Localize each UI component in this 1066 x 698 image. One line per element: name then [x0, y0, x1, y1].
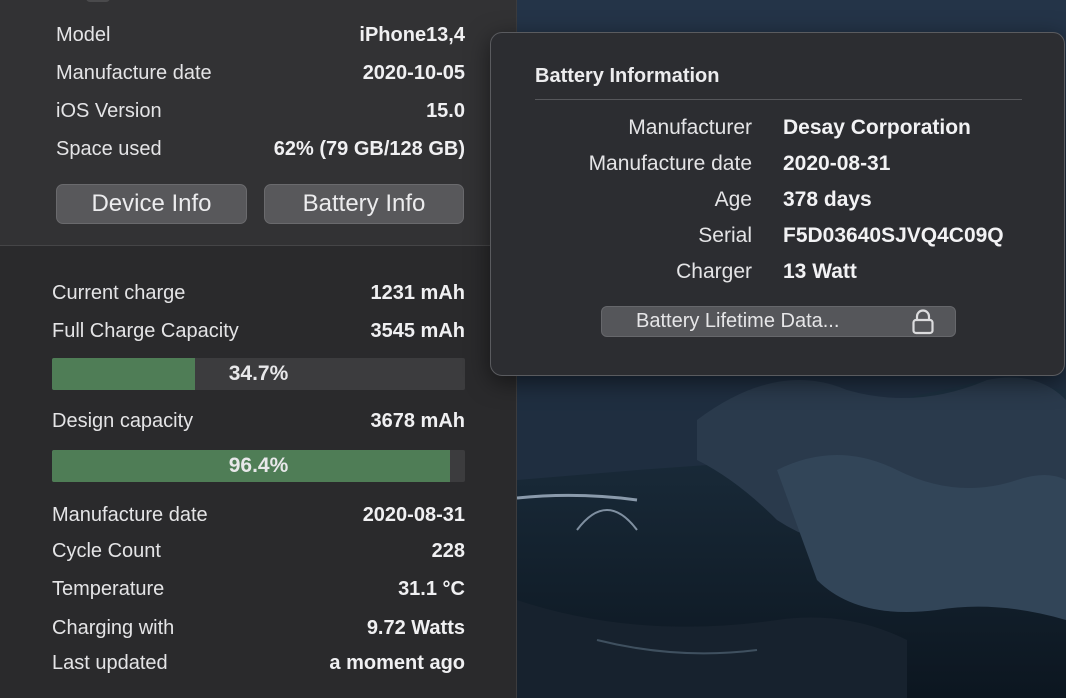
full-charge-row: Full Charge Capacity 3545 mAh	[52, 318, 465, 344]
design-capacity-row: Design capacity 3678 mAh	[52, 408, 465, 434]
last-updated-row: Last updated a moment ago	[52, 650, 465, 676]
popover-charger-label: Charger	[676, 260, 752, 283]
popover-manufacture-date-row: Manufacture date 2020-08-31	[491, 150, 1066, 178]
health-progress-bar: 96.4%	[52, 450, 465, 482]
space-used-row: Space used 62% (79 GB/128 GB)	[56, 136, 465, 162]
charging-with-value: 9.72 Watts	[366, 617, 465, 639]
battery-info-button[interactable]: Battery Info	[264, 184, 464, 224]
ios-version-value: 15.0	[426, 100, 465, 122]
last-updated-label: Last updated	[52, 652, 168, 674]
popover-manufacture-date-value: 2020-08-31	[783, 152, 891, 175]
space-used-label: Space used	[56, 138, 162, 160]
charge-progress-label: 34.7%	[228, 362, 289, 385]
lock-icon	[912, 309, 934, 335]
model-label: Model	[56, 24, 111, 46]
last-updated-value: a moment ago	[329, 652, 465, 674]
popover-serial-row: Serial F5D03640SJVQ4C09Q	[491, 222, 1066, 250]
cycle-count-row: Cycle Count 228	[52, 538, 465, 564]
popover-manufacturer-value: Desay Corporation	[783, 116, 971, 139]
current-charge-row: Current charge 1231 mAh	[52, 280, 465, 306]
cycle-count-label: Cycle Count	[52, 540, 161, 562]
ios-version-row: iOS Version 15.0	[56, 98, 465, 124]
popover-serial-label: Serial	[698, 224, 752, 247]
charging-with-label: Charging with	[52, 617, 175, 639]
battery-manufacture-date-label: Manufacture date	[52, 504, 208, 526]
space-used-value: 62% (79 GB/128 GB)	[273, 138, 465, 160]
popover-title: Battery Information	[535, 65, 720, 87]
popover-manufacture-date-label: Manufacture date	[588, 152, 752, 175]
design-capacity-label: Design capacity	[52, 410, 194, 432]
charge-progress-bar: 34.7%	[52, 358, 465, 390]
popover-serial-value: F5D03640SJVQ4C09Q	[783, 224, 1004, 247]
popover-divider	[535, 99, 1022, 100]
app-panel: Model iPhone13,4 Manufacture date 2020-1…	[0, 0, 517, 698]
device-manufacture-date-label: Manufacture date	[56, 62, 212, 84]
popover-charger-row: Charger 13 Watt	[491, 258, 1066, 286]
charging-with-row: Charging with 9.72 Watts	[52, 615, 465, 641]
health-progress-label: 96.4%	[228, 454, 289, 477]
model-row: Model iPhone13,4	[56, 22, 465, 48]
full-charge-value: 3545 mAh	[370, 320, 466, 342]
popover-age-row: Age 378 days	[491, 186, 1066, 214]
current-charge-value: 1231 mAh	[370, 282, 466, 304]
battery-lifetime-data-label: Battery Lifetime Data...	[636, 310, 840, 332]
model-value: iPhone13,4	[359, 24, 465, 46]
temperature-value: 31.1 °C	[398, 578, 465, 600]
battery-manufacture-date-value: 2020-08-31	[362, 504, 465, 526]
device-manufacture-date-row: Manufacture date 2020-10-05	[56, 60, 465, 86]
full-charge-label: Full Charge Capacity	[52, 320, 239, 342]
device-info-section: Model iPhone13,4 Manufacture date 2020-1…	[0, 0, 516, 246]
device-info-button[interactable]: Device Info	[56, 184, 247, 224]
popover-manufacturer-row: Manufacturer Desay Corporation	[491, 114, 1066, 142]
phone-icon	[86, 0, 110, 2]
cycle-count-value: 228	[431, 540, 465, 562]
battery-lifetime-data-button[interactable]: Battery Lifetime Data...	[601, 306, 956, 337]
design-capacity-value: 3678 mAh	[370, 410, 466, 432]
device-manufacture-date-value: 2020-10-05	[362, 62, 465, 84]
battery-information-popover: Battery Information Manufacturer Desay C…	[490, 32, 1065, 376]
temperature-row: Temperature 31.1 °C	[52, 576, 465, 602]
popover-age-label: Age	[714, 188, 752, 211]
temperature-label: Temperature	[52, 578, 165, 600]
popover-manufacturer-label: Manufacturer	[628, 116, 752, 139]
current-charge-label: Current charge	[52, 282, 186, 304]
popover-age-value: 378 days	[783, 188, 872, 211]
popover-charger-value: 13 Watt	[783, 260, 857, 283]
battery-manufacture-date-row: Manufacture date 2020-08-31	[52, 502, 465, 528]
ios-version-label: iOS Version	[56, 100, 162, 122]
